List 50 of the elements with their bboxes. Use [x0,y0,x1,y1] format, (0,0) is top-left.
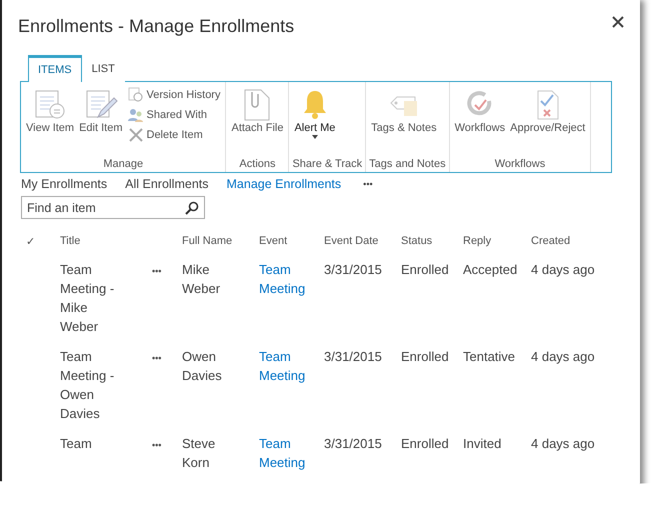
group-label: Tags and Notes [369,158,446,172]
title-cell[interactable]: Team [60,434,126,453]
column-header[interactable]: Status [401,235,463,260]
search-field[interactable]: Find an item [21,196,205,219]
column-header[interactable]: Full Name [182,235,259,260]
group-label: Share & Track [292,158,362,172]
table-cell-text: 3/31/2015 [324,435,383,453]
title-cell[interactable]: Team Meeting - Mike Weber [60,260,126,336]
view-link[interactable]: Manage Enrollments [226,177,342,191]
event-link[interactable]: Team Meeting [259,347,315,385]
group-label: Workflows [494,158,546,172]
table-cell-text: Enrolled [401,261,450,279]
group-label: Manage [102,158,144,172]
people-icon [128,107,144,123]
table-cell-text: 3/31/2015 [324,261,383,279]
title-cell[interactable]: Team Meeting - Owen Davies [60,347,126,423]
table-cell-text: Mike Weber [182,261,222,298]
table-cell-text: Invited [463,435,502,453]
search-icon[interactable] [185,201,199,215]
table-cell-text: 4 days ago [531,435,596,453]
select-all-checkmark[interactable]: ✓ [24,235,60,260]
more-button[interactable]: ••• [359,179,377,189]
column-header[interactable]: Event [259,235,324,260]
table-cell-text: Enrolled [401,348,450,366]
event-link[interactable]: Team Meeting [259,434,315,472]
view-link[interactable]: All Enrollments [125,177,209,191]
table-cell-text: Steve Korn [182,435,216,472]
table-cell-text: 4 days ago [531,261,596,279]
delete-icon [128,127,144,143]
ribbon-tab[interactable]: ITEMS [28,55,82,82]
table-cell-text: Accepted [463,261,518,279]
item-menu-button[interactable]: ••• [152,353,162,363]
window-title: Enrollments - Manage Enrollments [18,16,294,37]
history-icon [128,87,144,103]
event-link[interactable]: Team Meeting [259,260,315,298]
column-header[interactable]: Created [531,235,631,260]
column-header[interactable]: Reply [463,235,531,260]
table-cell-text: 3/31/2015 [324,348,383,366]
table-cell-text: Owen Davies [182,348,223,385]
table-cell-text: Enrolled [401,435,450,453]
close-icon[interactable] [612,16,624,28]
view-link[interactable]: My Enrollments [21,177,108,191]
group-label: Actions [238,158,276,172]
item-menu-button[interactable]: ••• [152,440,162,450]
table-cell-text: 4 days ago [531,348,596,366]
ribbon-button[interactable]: Alert Me [292,86,338,158]
column-header[interactable]: Event Date [324,235,401,260]
column-header[interactable]: Title [60,235,152,260]
item-menu-button[interactable]: ••• [152,266,162,276]
table-cell-text: Tentative [463,348,516,366]
